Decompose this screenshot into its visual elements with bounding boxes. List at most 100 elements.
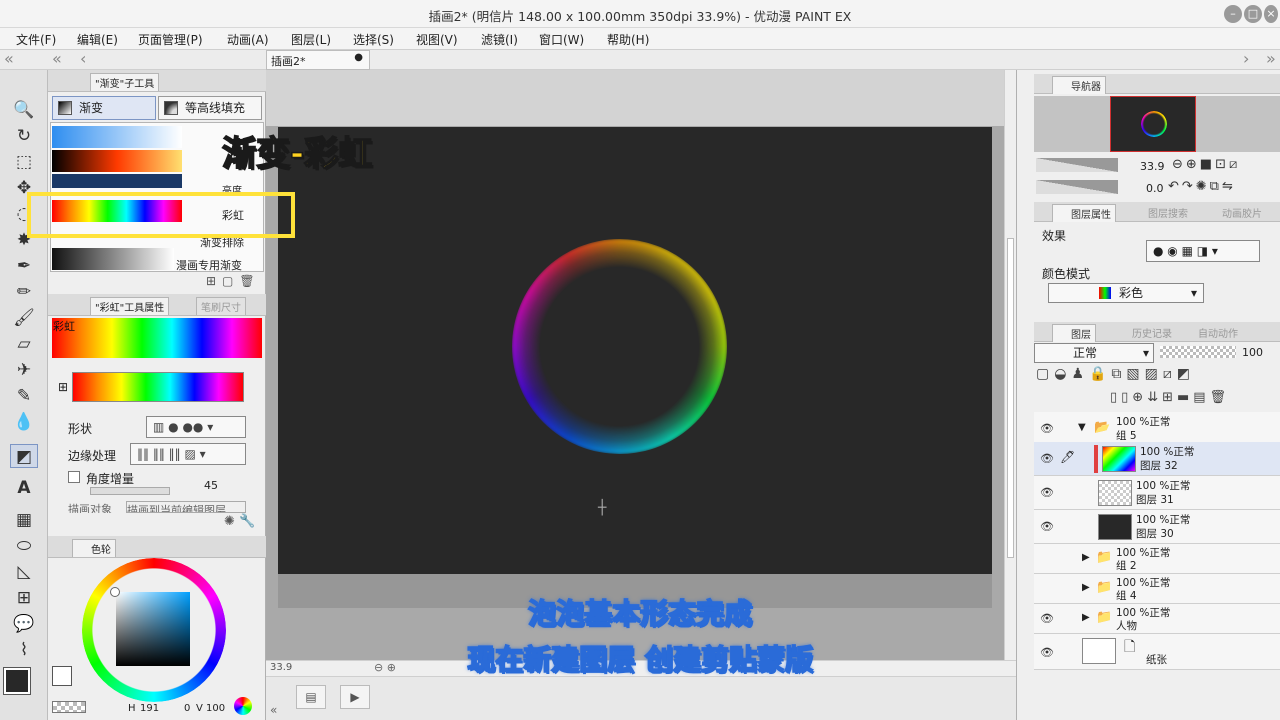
gradient-preset-1[interactable] <box>52 150 182 172</box>
rotate-tool-icon[interactable]: ↻ <box>10 124 38 148</box>
tool-property-title[interactable]: "彩虹"工具属性 <box>90 297 170 315</box>
menu-filter[interactable]: 滤镜(I) <box>481 31 518 48</box>
eye-icon[interactable]: 👁 <box>1040 452 1054 465</box>
timeline-icon[interactable]: ▤ <box>296 685 326 709</box>
color-mode-selector[interactable]: 彩色 ▾ <box>1048 283 1204 303</box>
angle-value[interactable]: 45 <box>204 479 218 492</box>
gradient-editor-bar[interactable] <box>72 372 244 402</box>
figure-tool-icon[interactable]: ⬭ <box>10 534 38 558</box>
document-modified-dot[interactable]: ● <box>354 52 363 63</box>
blend-tool-icon[interactable]: ✎ <box>10 384 38 408</box>
subtool-group-gradient[interactable]: 渐变 <box>52 96 156 120</box>
airbrush-tool-icon[interactable]: ✈ <box>10 358 38 382</box>
navigator-zoom-slider[interactable] <box>1036 158 1118 172</box>
color-wheel-tab[interactable]: 色轮 <box>72 539 116 557</box>
layer-row-32[interactable]: 👁 🖊 100 %正常 图层 32 <box>1034 442 1280 476</box>
camera-icon[interactable]: ▶ <box>340 685 370 709</box>
layers-tab[interactable]: 图层 <box>1052 324 1096 342</box>
folder-collapsed-icon[interactable]: ▶ <box>1082 552 1090 563</box>
angle-slider[interactable] <box>90 487 170 495</box>
menu-view[interactable]: 视图(V) <box>416 31 458 48</box>
menu-animation[interactable]: 动画(A) <box>227 31 269 48</box>
animation-cels-tab[interactable]: 动画胶片 <box>1204 204 1266 221</box>
layers-header: 图层 历史记录 自动动作 <box>1034 322 1280 342</box>
layer-row-group5[interactable]: 👁 ▼ 📂 100 %正常 组 5 <box>1034 412 1280 446</box>
navigator-rotation-value[interactable]: 0.0 <box>1146 182 1164 195</box>
collapse-left-icon[interactable]: « <box>4 51 14 67</box>
gradient-tool-icon[interactable]: ◩ <box>10 444 38 468</box>
operation-tool-icon[interactable]: ⬚ <box>10 150 38 174</box>
navigator-tab[interactable]: 导航器 <box>1052 76 1106 94</box>
pen-tool-icon[interactable]: ✒ <box>10 254 38 278</box>
menu-edit[interactable]: 编辑(E) <box>77 31 118 48</box>
chevron-right-icon[interactable]: › <box>1243 51 1249 67</box>
ruler-tool-icon[interactable]: ◺ <box>10 560 38 584</box>
collapse-right-icon[interactable]: » <box>1266 51 1276 67</box>
layer-row-group2[interactable]: ▶ 📁 100 %正常 组 2 <box>1034 544 1280 574</box>
gradient-preset-manga[interactable] <box>52 248 174 270</box>
opacity-value[interactable]: 100 <box>1242 346 1263 359</box>
eraser-tool-icon[interactable]: ▱ <box>10 332 38 356</box>
property-settings-icons[interactable]: ✺ 🔧 <box>224 514 255 529</box>
shape-selector[interactable]: ▥ ● ●● ▾ <box>146 416 246 438</box>
color-mode-icon[interactable] <box>234 697 252 715</box>
navigator-zoom-value[interactable]: 33.9 <box>1140 160 1165 173</box>
menu-help[interactable]: 帮助(H) <box>607 31 649 48</box>
minimize-button[interactable]: – <box>1224 5 1242 23</box>
layer-opacity-mode: 100 %正常 <box>1116 416 1171 428</box>
menu-layer[interactable]: 图层(L) <box>291 31 331 48</box>
pencil-tool-icon[interactable]: ✏ <box>10 280 38 304</box>
close-button[interactable]: × <box>1264 5 1278 23</box>
gradient-preset-2[interactable] <box>52 174 182 188</box>
caption-gradient-rainbow: 渐变-彩虹 <box>221 133 373 175</box>
layer-property-tab[interactable]: 图层属性 <box>1052 204 1116 222</box>
navigator-rotate-icons[interactable]: ↶↷✺⧉⇋ <box>1168 179 1236 194</box>
edge-selector[interactable]: ‖‖ ‖‖ ‖‖ ▨ ▾ <box>130 443 246 465</box>
brush-size-tab[interactable]: 笔刷尺寸 <box>196 297 246 315</box>
text-tool-icon[interactable]: A <box>10 476 38 500</box>
zoom-tool-icon[interactable]: 🔍 <box>10 98 38 122</box>
subtool-actions-icons[interactable]: ⊞▢🗑 <box>206 274 261 288</box>
eye-icon[interactable]: 👁 <box>1040 422 1054 435</box>
menu-file[interactable]: 文件(F) <box>16 31 56 48</box>
chevron-left-icon[interactable]: ‹ <box>80 51 86 67</box>
draw-target-value[interactable]: 描画到当前编辑图层 <box>126 501 246 513</box>
navigator-header: 导航器 <box>1034 74 1280 94</box>
subtool-panel-title[interactable]: "渐变"子工具 <box>90 73 160 91</box>
document-tab[interactable]: 插画2* ● <box>266 50 370 70</box>
frame-tool-icon[interactable]: ▦ <box>10 508 38 532</box>
collapse-left-icon-2[interactable]: « <box>52 51 62 67</box>
blend-mode-selector[interactable]: 正常 ▾ <box>1034 343 1154 363</box>
collapse-left-icon-3[interactable]: « <box>270 703 277 717</box>
vertical-scroll-thumb[interactable] <box>1007 238 1014 558</box>
layer-search-tab[interactable]: 图层搜索 <box>1130 204 1192 221</box>
fill-tool-icon[interactable]: 💧 <box>10 410 38 434</box>
blend-mode-value: 正常 <box>1073 346 1098 360</box>
navigator-rotate-slider[interactable] <box>1036 180 1118 194</box>
vertical-scrollbar[interactable] <box>1004 70 1016 660</box>
navigator-zoom-icons[interactable]: ⊖⊕■⊡⧄ <box>1172 157 1240 172</box>
eye-icon[interactable]: 👁 <box>1040 486 1054 499</box>
layer-action-icons[interactable]: ▯▯⊕⇊⊞▬▤🗑 <box>1110 390 1230 405</box>
transparent-swatch[interactable] <box>52 701 86 713</box>
layer-row-31[interactable]: 👁 100 %正常 图层 31 <box>1034 476 1280 510</box>
menu-window[interactable]: 窗口(W) <box>539 31 584 48</box>
angle-checkbox[interactable] <box>68 471 80 483</box>
brush-tool-icon[interactable]: 🖌 <box>10 306 38 330</box>
subtool-group-contour-label: 等高线填充 <box>185 101 246 115</box>
subtool-group-contour[interactable]: 等高线填充 <box>158 96 262 120</box>
layer-option-icons[interactable]: ▢◒♟🔒⧉▧▨⧄◩ <box>1036 366 1195 382</box>
layer-row-30[interactable]: 👁 100 %正常 图层 30 <box>1034 510 1280 544</box>
effect-selector[interactable]: ● ◉ ▦ ◨ ▾ <box>1146 240 1260 262</box>
navigator-preview[interactable] <box>1034 96 1280 152</box>
add-stop-icon[interactable]: ⊞ <box>58 380 68 394</box>
opacity-slider[interactable] <box>1160 346 1236 358</box>
menu-page[interactable]: 页面管理(P) <box>138 31 203 48</box>
maximize-button[interactable]: □ <box>1244 5 1262 23</box>
gradient-preset-0[interactable] <box>52 126 182 148</box>
history-tab[interactable]: 历史记录 <box>1114 324 1176 341</box>
auto-action-tab[interactable]: 自动动作 <box>1180 324 1242 341</box>
folder-expanded-icon[interactable]: ▼ <box>1078 422 1086 433</box>
menu-select[interactable]: 选择(S) <box>353 31 394 48</box>
eye-icon[interactable]: 👁 <box>1040 520 1054 533</box>
